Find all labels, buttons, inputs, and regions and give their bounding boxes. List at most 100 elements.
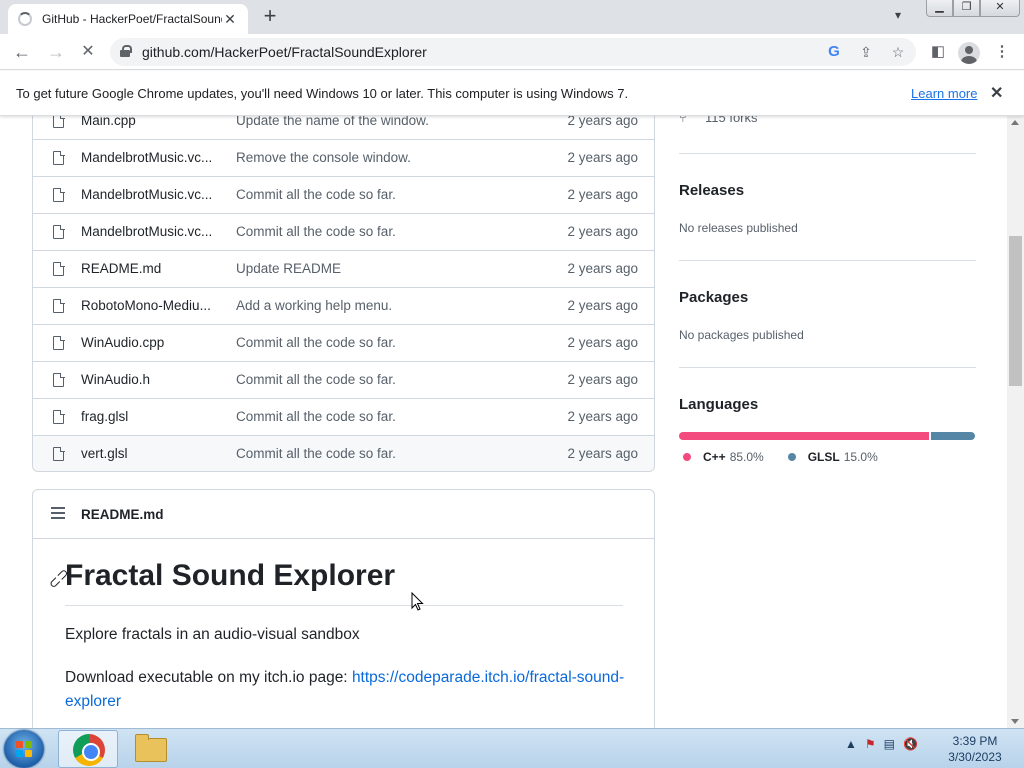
url-text[interactable]: github.com/HackerPoet/FractalSoundExplor…	[142, 44, 427, 60]
packages-heading[interactable]: Packages	[679, 289, 748, 306]
more-menu-icon[interactable]: ⋮	[990, 40, 1014, 64]
infobar-message: To get future Google Chrome updates, you…	[16, 86, 629, 101]
file-name-link[interactable]: WinAudio.cpp	[81, 335, 221, 350]
commit-age: 2 years ago	[567, 150, 638, 165]
language-bar-segment[interactable]	[930, 432, 975, 440]
tab-title: GitHub - HackerPoet/FractalSoundExplorer	[42, 12, 222, 26]
file-name-link[interactable]: MandelbrotMusic.vc...	[81, 187, 221, 202]
list-icon[interactable]	[51, 507, 65, 519]
update-infobar: To get future Google Chrome updates, you…	[0, 71, 1024, 116]
file-row[interactable]: WinAudio.cpp Commit all the code so far.…	[33, 324, 654, 361]
browser-tab[interactable]: GitHub - HackerPoet/FractalSoundExplorer…	[8, 4, 248, 34]
forward-arrow-icon[interactable]: →	[44, 40, 68, 64]
file-name-link[interactable]: WinAudio.h	[81, 372, 221, 387]
commit-message-link[interactable]: Add a working help menu.	[236, 298, 392, 313]
scrollbar-thumb[interactable]	[1009, 236, 1022, 386]
start-button[interactable]	[4, 730, 44, 768]
readme-box: README.md ⊂⊃ Fractal Sound Explorer Expl…	[32, 489, 655, 728]
scroll-down-arrow-icon[interactable]	[1011, 719, 1019, 724]
commit-message-link[interactable]: Commit all the code so far.	[236, 224, 396, 239]
file-name-link[interactable]: MandelbrotMusic.vc...	[81, 150, 221, 165]
taskbar-clock[interactable]: 3:39 PM 3/30/2023	[940, 733, 1010, 765]
languages-heading: Languages	[679, 396, 759, 413]
file-icon	[53, 187, 65, 202]
file-name-link[interactable]: MandelbrotMusic.vc...	[81, 224, 221, 239]
file-icon	[53, 372, 65, 387]
show-hidden-icons-icon[interactable]: ▲	[845, 737, 857, 751]
commit-age: 2 years ago	[567, 409, 638, 424]
browser-toolbar: ← → ✕ github.com/HackerPoet/FractalSound…	[0, 34, 1024, 70]
profile-avatar[interactable]	[958, 42, 980, 64]
bookmark-star-icon[interactable]: ☆	[888, 43, 908, 61]
language-item-cpp[interactable]: C++ 85.0%	[683, 450, 764, 464]
infobar-close-icon[interactable]: ✕	[990, 83, 1003, 103]
file-row[interactable]: frag.glsl Commit all the code so far. 2 …	[33, 398, 654, 435]
google-lens-icon[interactable]: G	[824, 43, 844, 61]
file-icon	[53, 224, 65, 239]
commit-message-link[interactable]: Commit all the code so far.	[236, 187, 396, 202]
file-name-link[interactable]: vert.glsl	[81, 446, 221, 461]
file-row[interactable]: MandelbrotMusic.vc... Remove the console…	[33, 139, 654, 176]
file-row[interactable]: MandelbrotMusic.vc... Commit all the cod…	[33, 176, 654, 213]
action-center-flag-icon[interactable]: ⚑	[865, 737, 876, 751]
volume-muted-icon[interactable]: 🔇	[903, 737, 918, 751]
commit-age: 2 years ago	[567, 187, 638, 202]
language-list: C++ 85.0% GLSL 15.0%	[683, 450, 902, 464]
file-name-link[interactable]: README.md	[81, 261, 221, 276]
language-color-dot	[787, 453, 796, 461]
page-scrollbar[interactable]	[1007, 116, 1024, 728]
restore-button[interactable]: ❐	[953, 0, 980, 17]
taskbar-explorer-button[interactable]	[120, 730, 180, 768]
commit-message-link[interactable]: Commit all the code so far.	[236, 372, 396, 387]
language-percent: 15.0%	[843, 450, 878, 464]
releases-heading[interactable]: Releases	[679, 182, 744, 199]
file-row[interactable]: RobotoMono-Mediu... Add a working help m…	[33, 287, 654, 324]
readme-heading: Fractal Sound Explorer	[65, 559, 396, 592]
file-icon	[53, 116, 65, 128]
side-panel-icon[interactable]: ◧	[926, 40, 950, 64]
scroll-up-arrow-icon[interactable]	[1011, 120, 1019, 125]
commit-age: 2 years ago	[567, 446, 638, 461]
chrome-icon	[73, 734, 105, 766]
commit-message-link[interactable]: Update README	[236, 261, 341, 276]
commit-message-link[interactable]: Update the name of the window.	[236, 116, 429, 128]
share-icon[interactable]: ⇪	[856, 43, 876, 61]
minimize-button[interactable]: ▁	[926, 0, 953, 17]
new-tab-button[interactable]: +	[258, 5, 282, 29]
language-bar	[679, 432, 975, 440]
language-item-glsl[interactable]: GLSL 15.0%	[787, 450, 878, 464]
lock-icon[interactable]	[120, 45, 132, 57]
file-icon	[53, 150, 65, 165]
file-name-link[interactable]: frag.glsl	[81, 409, 221, 424]
learn-more-link[interactable]: Learn more	[911, 86, 977, 101]
file-row[interactable]: WinAudio.h Commit all the code so far. 2…	[33, 361, 654, 398]
network-icon[interactable]: ▤	[884, 737, 895, 751]
file-row[interactable]: Main.cpp Update the name of the window. …	[33, 116, 654, 139]
file-name-link[interactable]: Main.cpp	[81, 116, 221, 128]
tab-close-icon[interactable]: ✕	[222, 11, 238, 28]
readme-download-paragraph: Download executable on my itch.io page: …	[65, 666, 625, 714]
language-color-dot	[683, 453, 691, 461]
readme-filename[interactable]: README.md	[81, 507, 164, 522]
commit-message-link[interactable]: Remove the console window.	[236, 150, 411, 165]
file-row[interactable]: MandelbrotMusic.vc... Commit all the cod…	[33, 213, 654, 250]
stop-loading-icon[interactable]: ✕	[76, 40, 100, 64]
forks-link[interactable]: ⑂ 115 forks	[679, 116, 758, 125]
taskbar-chrome-button[interactable]	[58, 730, 118, 768]
commit-message-link[interactable]: Commit all the code so far.	[236, 409, 396, 424]
tab-search-chevron-icon[interactable]: ▾	[895, 8, 901, 22]
commit-message-link[interactable]: Commit all the code so far.	[236, 335, 396, 350]
file-row[interactable]: vert.glsl Commit all the code so far. 2 …	[33, 435, 654, 471]
commit-age: 2 years ago	[567, 116, 638, 128]
language-bar-segment[interactable]	[679, 432, 929, 440]
system-tray: ▲ ⚑ ▤ 🔇	[845, 737, 918, 751]
commit-message-link[interactable]: Commit all the code so far.	[236, 446, 396, 461]
close-window-button[interactable]: ✕	[980, 0, 1020, 17]
address-bar[interactable]: github.com/HackerPoet/FractalSoundExplor…	[110, 38, 916, 66]
file-name-link[interactable]: RobotoMono-Mediu...	[81, 298, 221, 313]
sidebar-divider	[679, 153, 976, 154]
back-arrow-icon[interactable]: ←	[10, 40, 34, 64]
file-row[interactable]: README.md Update README 2 years ago	[33, 250, 654, 287]
taskbar: ▲ ⚑ ▤ 🔇 3:39 PM 3/30/2023	[0, 728, 1024, 768]
language-percent: 85.0%	[729, 450, 764, 464]
